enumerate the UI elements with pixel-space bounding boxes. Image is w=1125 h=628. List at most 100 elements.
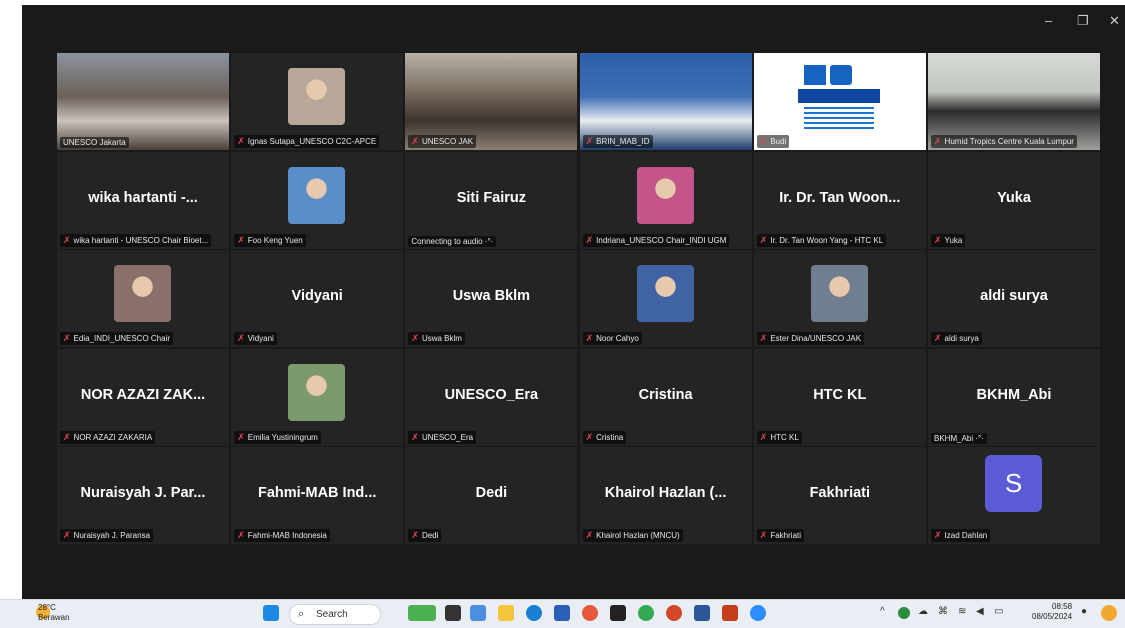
clock-date: 08/05/2024 (1032, 612, 1073, 621)
muted-mic-icon: ✗ (63, 431, 71, 442)
muted-mic-icon: ✗ (759, 431, 768, 442)
task-view-icon[interactable] (445, 605, 461, 621)
ihp-logo-icon (829, 65, 852, 85)
participant-tile[interactable]: HTC KL ✗ HTC KL (753, 348, 926, 446)
participant-tile[interactable]: ✗ Budi (753, 53, 926, 150)
chrome-icon[interactable] (638, 605, 654, 621)
participant-tile[interactable]: aldi surya ✗ aldi surya (928, 250, 1100, 348)
weather-widget[interactable]: 28°C Berawan (38, 603, 70, 623)
participant-photo (114, 265, 171, 323)
participant-tile[interactable]: BKHM_Abi BKHM_Abi ·°· (928, 348, 1100, 446)
participant-display-name: HTC KL (813, 386, 867, 403)
participant-photo (288, 363, 346, 421)
powerpoint-icon[interactable] (666, 605, 682, 621)
muted-mic-icon: ✗ (585, 333, 594, 344)
participant-caption-text: wika hartanti - UNESCO Chair Bioet... (73, 235, 209, 245)
participant-display-name: Fakhriati (809, 485, 871, 502)
battery-icon[interactable]: ▭ (994, 606, 1003, 617)
participant-display-name: aldi surya (980, 288, 1048, 305)
widgets-icon[interactable] (470, 605, 486, 621)
tray-overflow-chevron-icon[interactable]: ^ (880, 606, 885, 617)
participant-name-label: ✗ Izad Dahlan (931, 529, 991, 543)
participant-tile[interactable]: UNESCO Jakarta (57, 53, 229, 150)
participant-tile[interactable]: Vidyani ✗ Vidyani (231, 250, 404, 348)
participant-display-name: UNESCO_Era (444, 386, 539, 403)
participant-name-label: ✗ Indriana_UNESCO Chair_INDI UGM (582, 233, 730, 247)
tray-app-icon[interactable] (898, 607, 910, 619)
participant-tile[interactable]: Uswa Bklm ✗ Uswa Bklm (405, 250, 578, 348)
participant-tile[interactable]: Siti Fairuz Connecting to audio ·°· (405, 151, 578, 249)
search-icon: ⌕ (298, 608, 305, 620)
muted-mic-icon: ✗ (63, 234, 71, 245)
participant-tile[interactable]: ✗ UNESCO JAK (405, 53, 578, 150)
edge-icon[interactable] (526, 605, 542, 621)
firefox-icon[interactable] (582, 605, 598, 621)
participant-tile[interactable]: Ir. Dr. Tan Woon... ✗ Ir. Dr. Tan Woon Yan… (753, 151, 926, 249)
participant-tile[interactable]: Nuraisyah J. Par... ✗ Nuraisyah J. Paransa (57, 447, 229, 545)
participant-photo (810, 265, 868, 323)
windows-start-icon[interactable] (263, 605, 279, 621)
participant-tile[interactable]: ✗ Edia_INDI_UNESCO Chair (57, 250, 229, 348)
copilot-icon[interactable] (1101, 605, 1117, 621)
participant-display-name: Ir. Dr. Tan Woon... (779, 189, 901, 206)
participant-tile[interactable]: ✗ Indriana_UNESCO Chair_INDI UGM (579, 151, 752, 249)
word-icon[interactable] (694, 605, 710, 621)
muted-mic-icon: ✗ (237, 333, 245, 344)
minimize-button[interactable]: – (1045, 13, 1052, 28)
participant-tile[interactable]: Dedi ✗ Dedi (405, 447, 578, 545)
muted-mic-icon: ✗ (585, 431, 594, 442)
participant-name-label: ✗ Nuraisyah J. Paransa (60, 529, 154, 543)
notion-icon[interactable] (610, 605, 626, 621)
participant-tile[interactable]: Yuka ✗ Yuka (928, 151, 1100, 249)
participant-caption-text: Humid Tropics Centre Kuala Lumpur (944, 137, 1074, 146)
muted-mic-icon: ✗ (759, 530, 768, 541)
muted-mic-icon: ✗ (759, 234, 768, 245)
participant-tile[interactable]: Fahmi-MAB Ind... ✗ Fahmi-MAB Indonesia (231, 447, 404, 545)
wifi-icon[interactable]: ≋ (958, 606, 966, 617)
participant-tile[interactable]: Cristina ✗ Cristina (579, 348, 752, 446)
participant-tile[interactable]: Khairol Hazlan (... ✗ Khairol Hazlan (MNCU… (579, 447, 752, 545)
pinned-app-icon[interactable] (408, 605, 436, 621)
temperature-text: 28°C (38, 603, 56, 612)
zoom-icon[interactable] (750, 605, 766, 621)
participant-tile[interactable]: Fakhriati ✗ Fakhriati (753, 447, 926, 545)
file-explorer-icon[interactable] (498, 605, 514, 621)
participant-tile[interactable]: ✗ Ester Dina/UNESCO JAK (753, 250, 926, 348)
close-button[interactable]: ✕ (1109, 13, 1120, 29)
participant-tile[interactable]: ✗ Noor Cahyo (579, 250, 752, 348)
taskbar-clock[interactable]: 08:58 08/05/2024 (1032, 602, 1072, 622)
tray-sync-icon[interactable]: ☁ (918, 606, 928, 617)
participant-name-label: ✗ Khairol Hazlan (MNCU) (582, 529, 683, 543)
participant-gallery: UNESCO Jakarta ✗ Ignas Sutapa_UNESCO C2C-A… (57, 53, 1100, 545)
participant-display-name: Vidyani (291, 288, 343, 305)
notification-bell-icon[interactable]: ● (1081, 606, 1087, 617)
participant-tile[interactable]: ✗ BRIN_MAB_ID (579, 53, 752, 150)
acrobat-icon[interactable] (722, 605, 738, 621)
participant-tile[interactable]: S ✗ Izad Dahlan (928, 447, 1100, 545)
muted-mic-icon: ✗ (411, 530, 419, 541)
participant-tile[interactable]: ✗ Emilia Yustiningrum (231, 348, 404, 446)
muted-mic-icon: ✗ (411, 333, 419, 344)
muted-mic-icon: ✗ (759, 333, 768, 344)
tray-network-icon[interactable]: ⌘ (938, 606, 948, 617)
participant-caption-text: Connecting to audio ·°· (411, 236, 494, 246)
participant-caption-text: Izad Dahlan (944, 531, 988, 541)
participant-tile[interactable]: ✗ Ignas Sutapa_UNESCO C2C-APCE (231, 53, 404, 150)
participant-avatar: S (985, 455, 1042, 513)
participant-tile[interactable]: ✗ Humid Tropics Centre Kuala Lumpur (928, 53, 1100, 150)
participant-tile[interactable]: ✗ Foo Keng Yuen (231, 151, 404, 249)
participant-caption-text: Ignas Sutapa_UNESCO C2C-APCE (247, 137, 377, 146)
participant-name-label: ✗ Fahmi-MAB Indonesia (234, 529, 330, 543)
participant-display-name: Yuka (997, 189, 1031, 206)
taskbar-search-box[interactable]: ⌕ Search (289, 604, 381, 625)
store-icon[interactable] (554, 605, 570, 621)
participant-caption-text: Cristina (596, 432, 624, 442)
participant-tile[interactable]: wika hartanti -... ✗ wika hartanti - UNESC… (57, 151, 229, 249)
participant-tile[interactable]: NOR AZAZI ZAK... ✗ NOR AZAZI ZAKARIA (57, 348, 229, 446)
participant-tile[interactable]: UNESCO_Era ✗ UNESCO_Era (405, 348, 578, 446)
participant-display-name: wika hartanti -... (88, 189, 198, 206)
restore-button[interactable]: ❐ (1077, 13, 1089, 29)
muted-mic-icon: ✗ (585, 530, 594, 541)
participant-name-label: UNESCO Jakarta (60, 137, 129, 148)
volume-icon[interactable]: ◀ (976, 606, 984, 617)
